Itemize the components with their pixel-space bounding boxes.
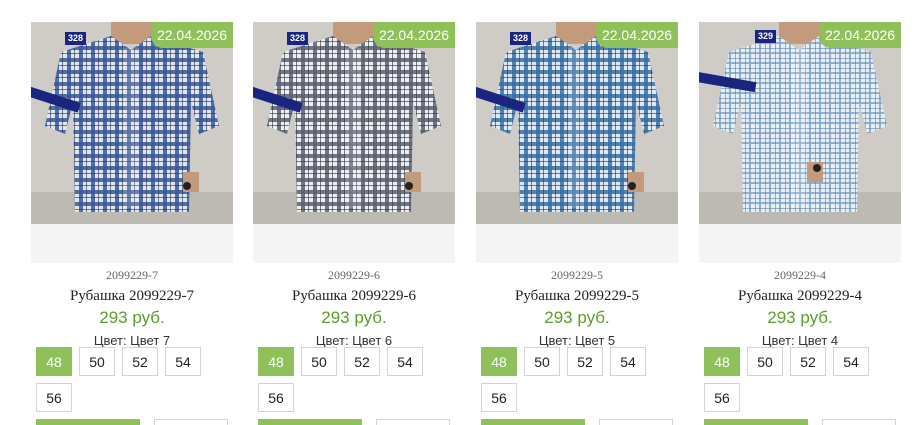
product-sku: 2099229-5 xyxy=(551,268,603,282)
product-photo[interactable]: 329 xyxy=(699,22,901,224)
product-photo[interactable]: 328 xyxy=(476,22,678,224)
product-sku: 2099229-7 xyxy=(106,268,158,282)
size-option-54[interactable]: 54 xyxy=(610,347,646,376)
secondary-button[interactable] xyxy=(154,419,228,425)
product-title[interactable]: Рубашка 2099229-4 xyxy=(699,285,901,307)
secondary-button[interactable] xyxy=(599,419,673,425)
product-card[interactable]: 328 22.04.2026 2099229-5 Рубашка 2099229… xyxy=(476,22,678,425)
date-badge: 22.04.2026 xyxy=(596,22,678,48)
add-to-cart-button[interactable] xyxy=(704,419,808,425)
size-tag: 329 xyxy=(755,30,776,43)
size-option-56[interactable]: 56 xyxy=(704,383,740,412)
date-badge: 22.04.2026 xyxy=(373,22,455,48)
product-card[interactable]: 329 22.04.2026 2099229-4 Рубашка 2099229… xyxy=(699,22,901,425)
product-price: 293 руб. xyxy=(99,308,165,327)
product-price: 293 руб. xyxy=(544,308,610,327)
product-price: 293 руб. xyxy=(767,308,833,327)
size-option-50[interactable]: 50 xyxy=(747,347,783,376)
date-badge: 22.04.2026 xyxy=(819,22,901,48)
date-badge: 22.04.2026 xyxy=(151,22,233,48)
product-info: 2099229-6 Рубашка 2099229-6 293 руб. Цве… xyxy=(253,267,455,351)
product-info: 2099229-7 Рубашка 2099229-7 293 руб. Цве… xyxy=(31,267,233,351)
size-tag: 328 xyxy=(510,32,531,45)
product-title[interactable]: Рубашка 2099229-7 xyxy=(31,285,233,307)
size-option-48[interactable]: 48 xyxy=(36,347,72,376)
size-option-48[interactable]: 48 xyxy=(481,347,517,376)
size-option-48[interactable]: 48 xyxy=(704,347,740,376)
size-option-54[interactable]: 54 xyxy=(387,347,423,376)
product-image-area[interactable]: 328 22.04.2026 xyxy=(253,22,455,263)
add-to-cart-button[interactable] xyxy=(481,419,585,425)
size-option-54[interactable]: 54 xyxy=(165,347,201,376)
product-info: 2099229-5 Рубашка 2099229-5 293 руб. Цве… xyxy=(476,267,678,351)
product-image-area[interactable]: 328 22.04.2026 xyxy=(31,22,233,263)
size-option-48[interactable]: 48 xyxy=(258,347,294,376)
product-title[interactable]: Рубашка 2099229-5 xyxy=(476,285,678,307)
size-option-52[interactable]: 52 xyxy=(344,347,380,376)
size-option-52[interactable]: 52 xyxy=(790,347,826,376)
product-photo[interactable]: 328 xyxy=(31,22,233,224)
size-option-50[interactable]: 50 xyxy=(79,347,115,376)
product-image-area[interactable]: 328 22.04.2026 xyxy=(476,22,678,263)
product-sku: 2099229-6 xyxy=(328,268,380,282)
secondary-button[interactable] xyxy=(376,419,450,425)
size-option-52[interactable]: 52 xyxy=(567,347,603,376)
add-to-cart-button[interactable] xyxy=(36,419,140,425)
size-tag: 328 xyxy=(65,32,86,45)
product-title[interactable]: Рубашка 2099229-6 xyxy=(253,285,455,307)
product-photo[interactable]: 328 xyxy=(253,22,455,224)
product-info: 2099229-4 Рубашка 2099229-4 293 руб. Цве… xyxy=(699,267,901,351)
size-option-50[interactable]: 50 xyxy=(301,347,337,376)
size-option-56[interactable]: 56 xyxy=(481,383,517,412)
product-card[interactable]: 328 22.04.2026 2099229-7 Рубашка 2099229… xyxy=(31,22,233,425)
product-grid: 328 22.04.2026 2099229-7 Рубашка 2099229… xyxy=(0,0,923,425)
size-option-52[interactable]: 52 xyxy=(122,347,158,376)
secondary-button[interactable] xyxy=(822,419,896,425)
size-option-54[interactable]: 54 xyxy=(833,347,869,376)
add-to-cart-button[interactable] xyxy=(258,419,362,425)
product-sku: 2099229-4 xyxy=(774,268,826,282)
product-price: 293 руб. xyxy=(321,308,387,327)
product-image-area[interactable]: 329 22.04.2026 xyxy=(699,22,901,263)
size-option-50[interactable]: 50 xyxy=(524,347,560,376)
size-option-56[interactable]: 56 xyxy=(258,383,294,412)
size-tag: 328 xyxy=(287,32,308,45)
size-option-56[interactable]: 56 xyxy=(36,383,72,412)
product-card[interactable]: 328 22.04.2026 2099229-6 Рубашка 2099229… xyxy=(253,22,455,425)
